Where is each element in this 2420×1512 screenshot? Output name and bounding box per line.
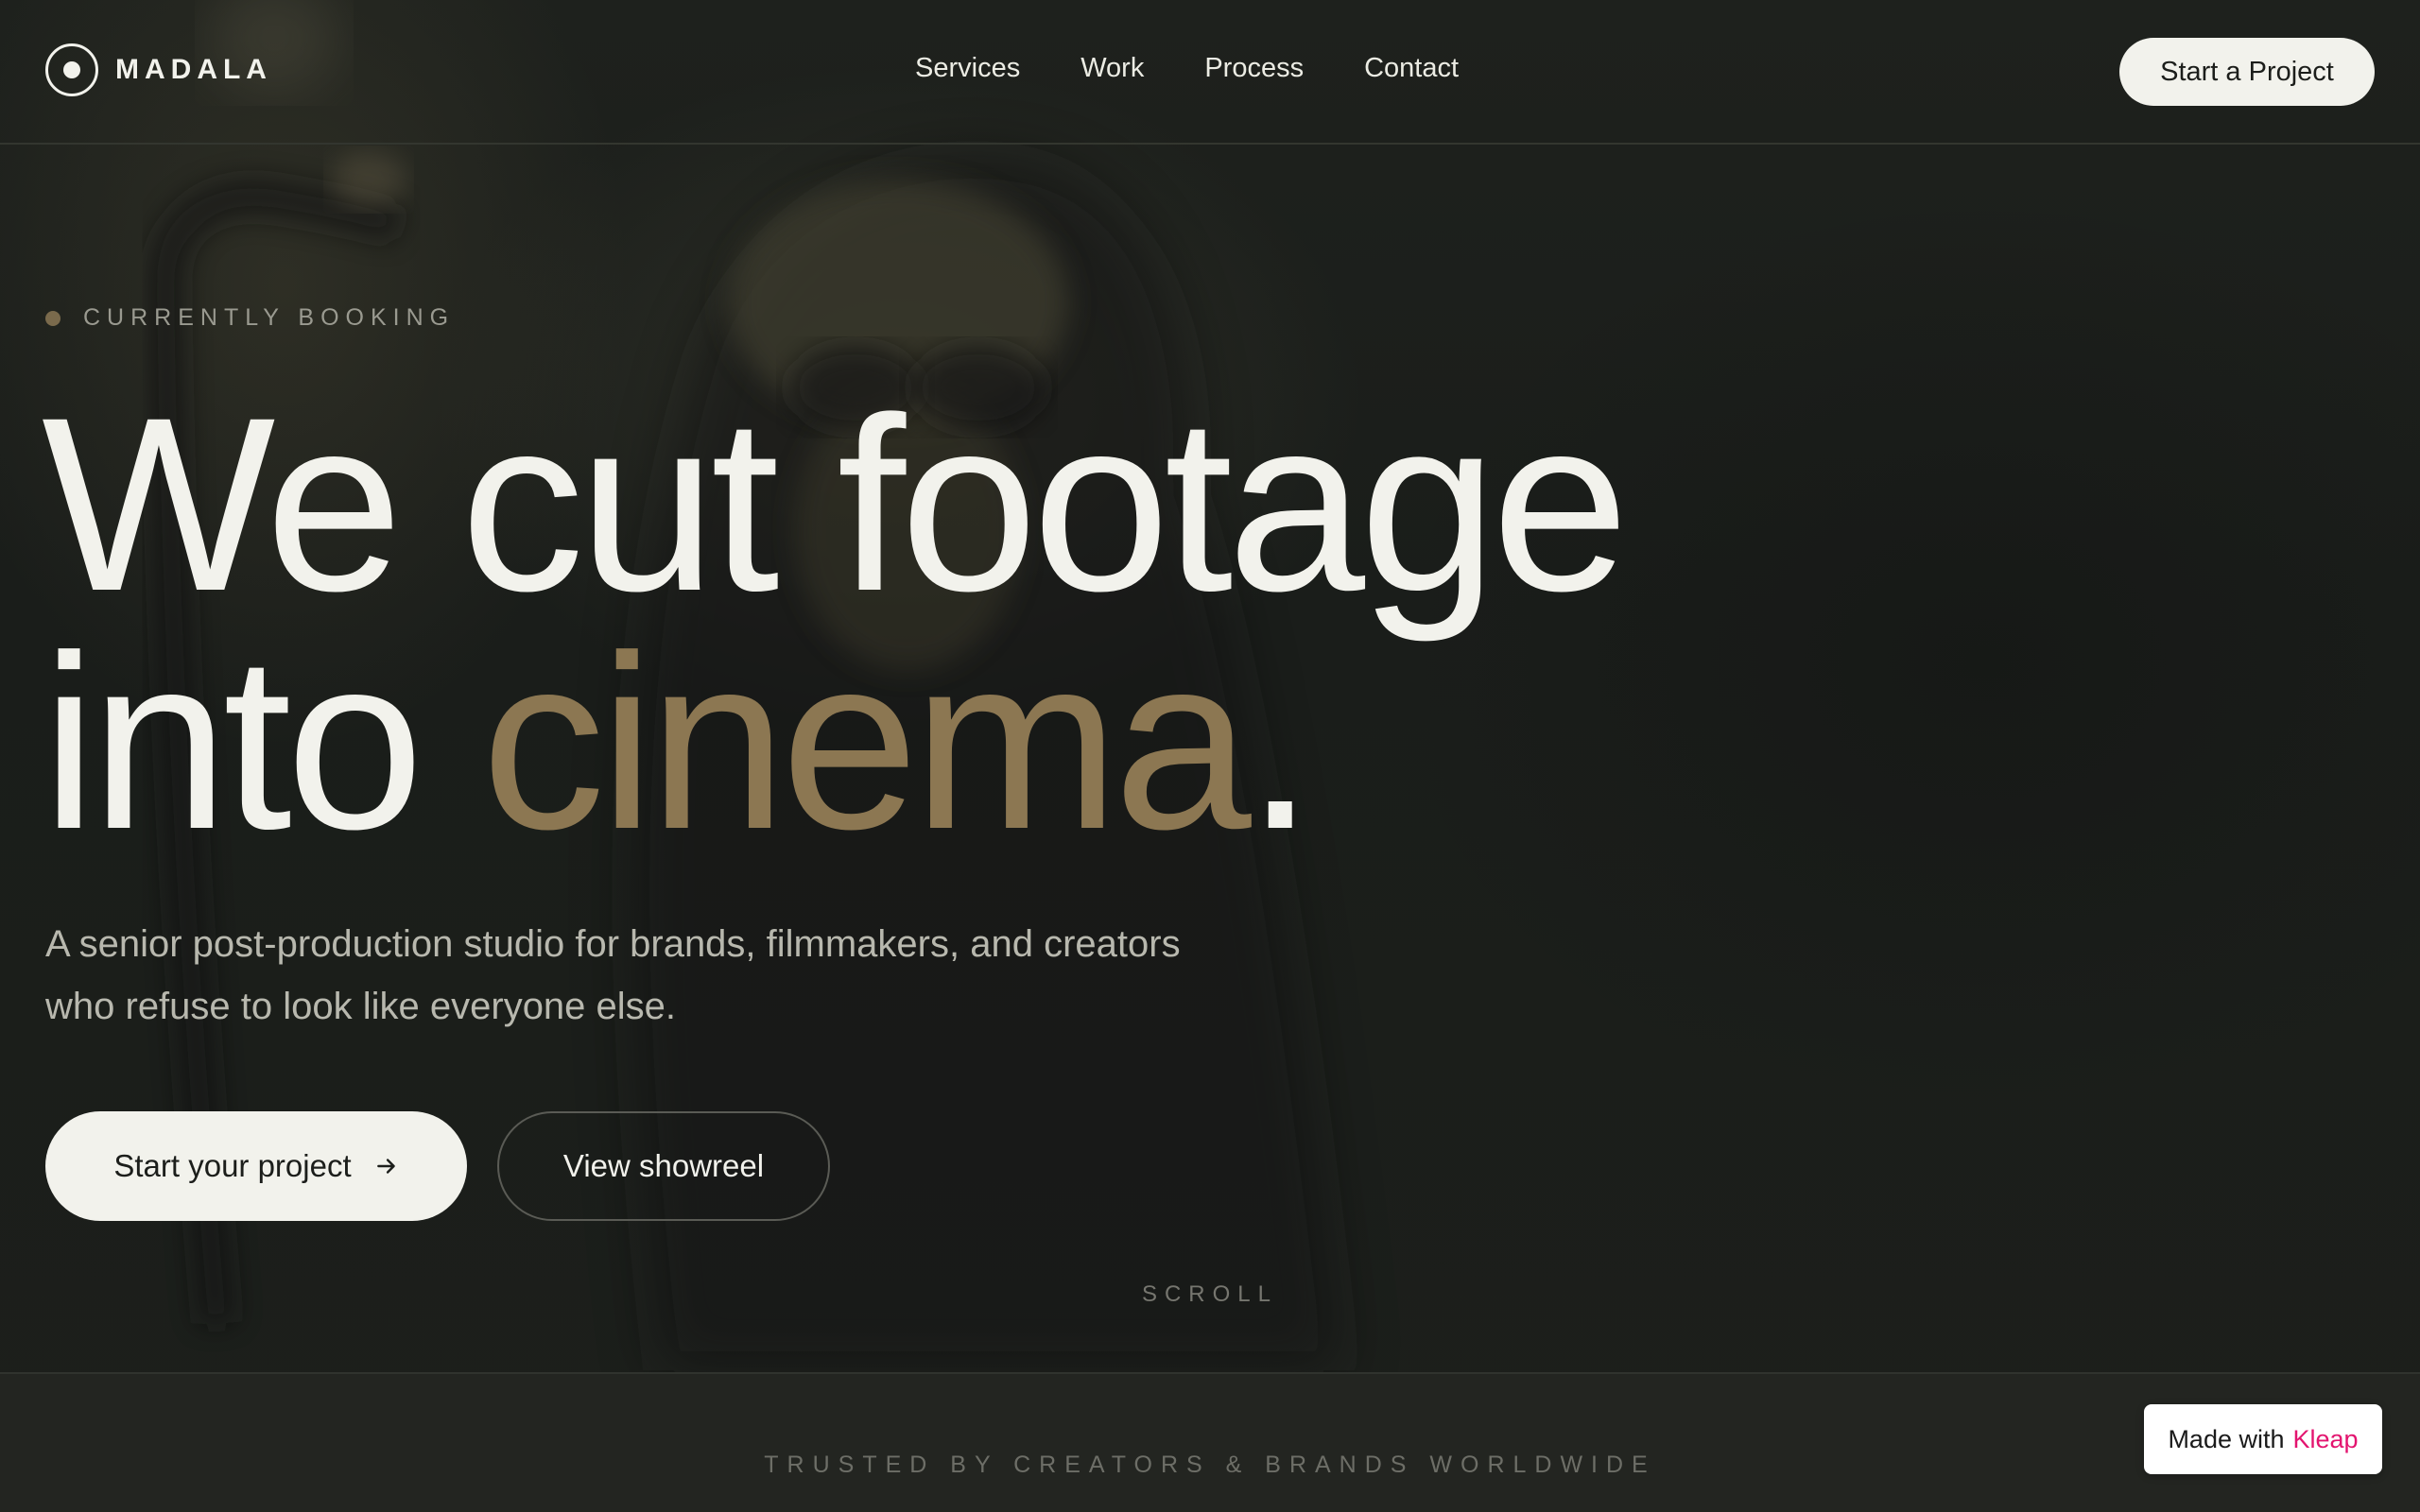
headline-accent-word: cinema	[481, 604, 1252, 881]
nav-item-process[interactable]: Process	[1204, 53, 1304, 84]
status-dot-icon	[45, 310, 60, 326]
nav-item-services[interactable]: Services	[915, 53, 1020, 84]
kleap-brand-text: Kleap	[2292, 1424, 2359, 1453]
brand-logo[interactable]: MADALA	[45, 43, 272, 96]
hero-subtitle: A senior post-production studio for bran…	[45, 923, 1181, 1027]
nav-item-work[interactable]: Work	[1080, 53, 1144, 84]
main-nav: Services Work Process Contact	[915, 53, 1459, 84]
start-a-project-button[interactable]: Start a Project	[2119, 38, 2375, 106]
booking-status-text: CURRENTLY BOOKING	[83, 304, 456, 331]
brand-name: MADALA	[115, 54, 272, 85]
trusted-section	[0, 1372, 2420, 1512]
headline-line-1: We cut footage	[42, 366, 1629, 643]
arrow-right-icon	[374, 1154, 399, 1178]
hero-headline: We cut footage into cinema.	[42, 381, 1629, 867]
start-your-project-label: Start your project	[113, 1148, 352, 1183]
logo-circle-icon	[45, 43, 98, 96]
scroll-indicator[interactable]: SCROLL	[0, 1281, 2420, 1308]
start-your-project-button[interactable]: Start your project	[45, 1111, 467, 1221]
nav-item-contact[interactable]: Contact	[1364, 53, 1459, 84]
booking-status: CURRENTLY BOOKING	[45, 304, 455, 332]
headline-period: .	[1245, 604, 1315, 881]
made-with-text: Made with	[2168, 1424, 2285, 1453]
made-with-kleap-badge[interactable]: Made with Kleap	[2144, 1404, 2382, 1474]
headline-line-2-start: into	[42, 604, 482, 881]
trusted-heading: TRUSTED BY CREATORS & BRANDS WORLDWIDE	[764, 1452, 1656, 1478]
view-showreel-button[interactable]: View showreel	[497, 1111, 830, 1221]
site-header: MADALA Services Work Process Contact Sta…	[0, 0, 2420, 145]
